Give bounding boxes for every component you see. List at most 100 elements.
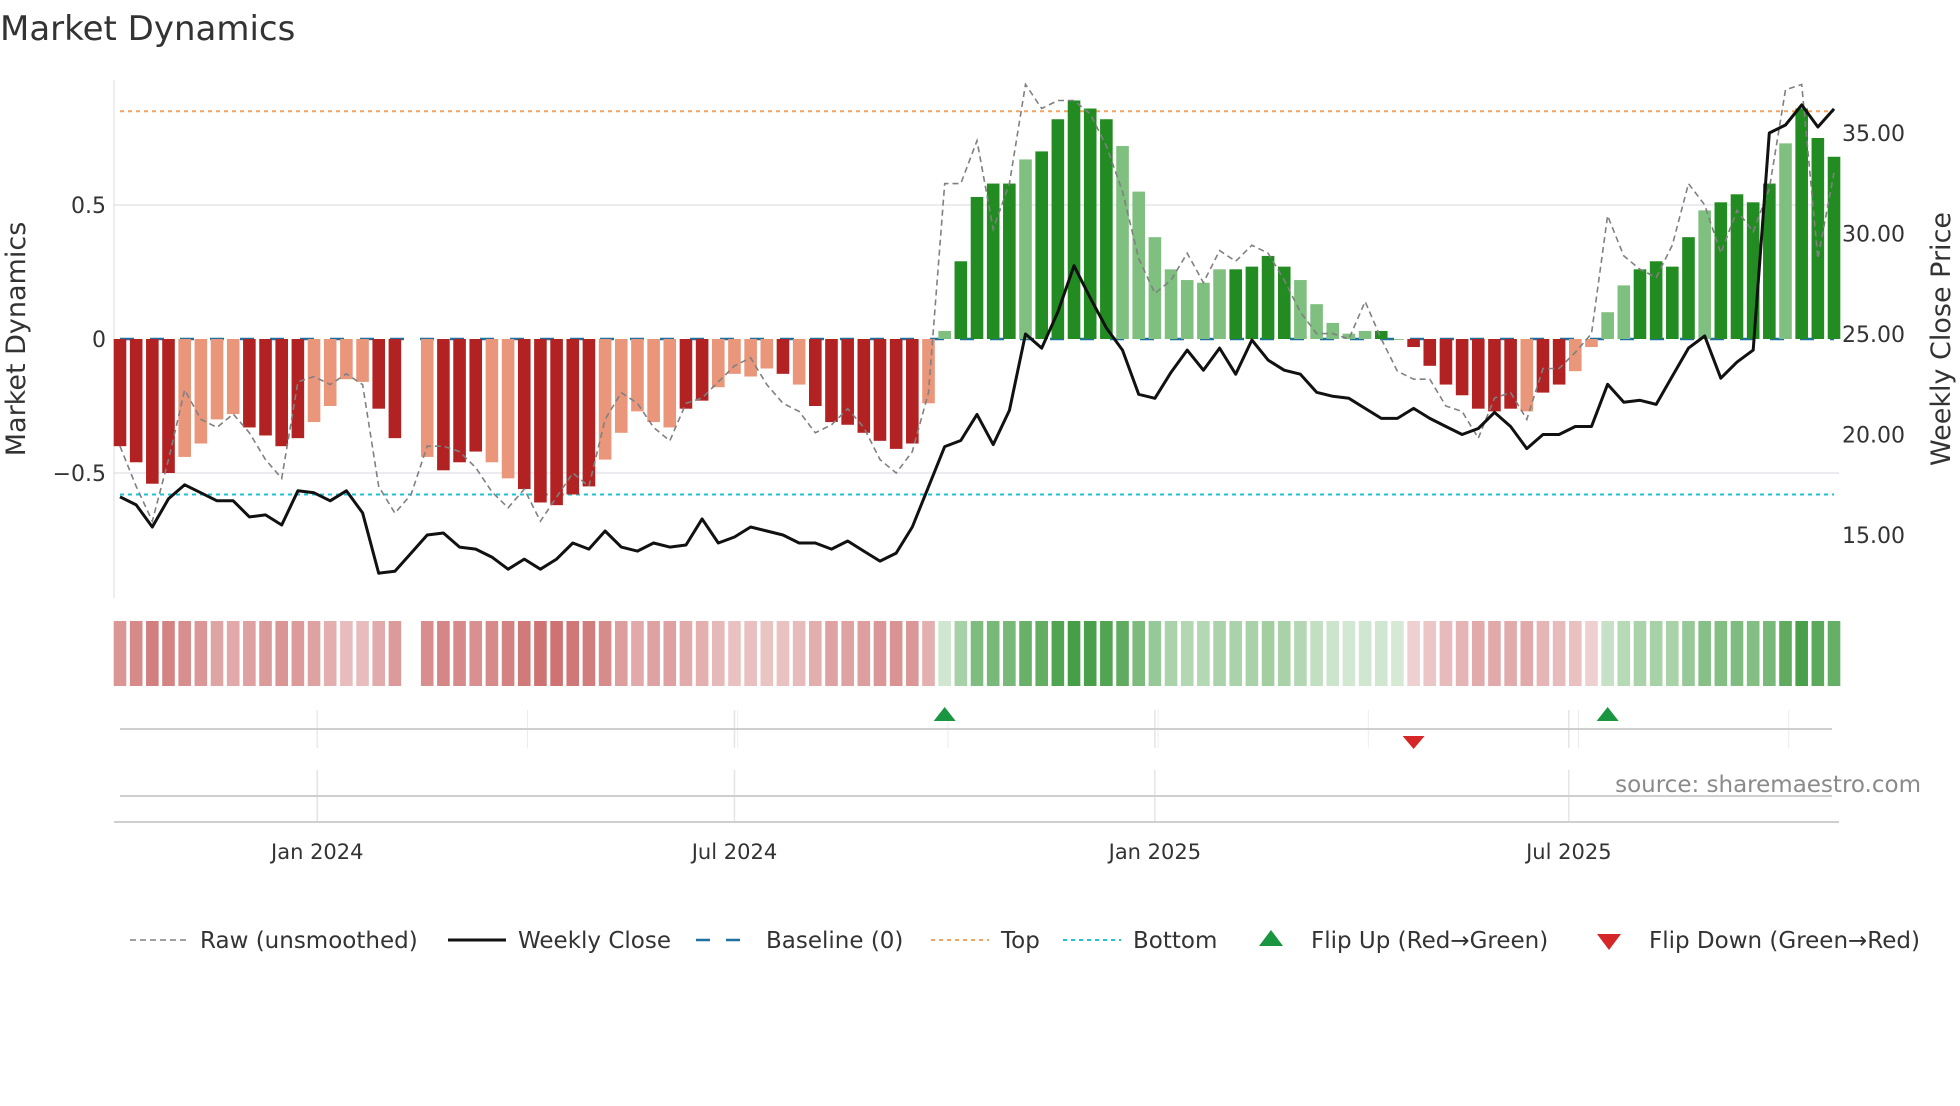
strip-cell (485, 621, 499, 686)
strip-cell (1746, 621, 1760, 686)
strip-cell (129, 621, 143, 686)
dynamics-bar (1488, 339, 1501, 412)
dynamics-bar (1552, 339, 1566, 385)
dynamics-bar (776, 339, 790, 374)
strip-cell (776, 621, 790, 686)
strip-cell (647, 621, 660, 686)
strip-cell (146, 621, 159, 686)
dynamics-bar (1569, 339, 1582, 372)
strip-cell (598, 621, 612, 686)
y2-tick-label: 30.00 (1842, 223, 1905, 248)
strip-cell (986, 621, 1000, 686)
dynamics-bar (1003, 183, 1016, 339)
strip-cell (1520, 621, 1534, 686)
strip-cell (1730, 621, 1744, 686)
source-credit: source: sharemaestro.com (1615, 772, 1921, 798)
strip-cell (1811, 621, 1825, 686)
dynamics-bar (1277, 266, 1291, 339)
x-tick-label: Jul 2025 (1524, 840, 1611, 864)
strip-cell (1148, 621, 1162, 686)
dynamics-bar (1326, 322, 1340, 339)
strip-cell (1067, 621, 1081, 686)
dynamics-bar (582, 339, 596, 487)
dynamics-bar (1019, 159, 1032, 339)
market-dynamics-chart: Market Dynamics 0.5 0 −0.5 35.00 30.00 25.00… (0, 9, 1957, 954)
dynamics-bar (695, 339, 709, 401)
dynamics-bar (1811, 138, 1825, 339)
dynamics-bar (1051, 119, 1065, 340)
x-tick-label: Jul 2024 (690, 840, 777, 864)
dynamics-bar (178, 339, 191, 457)
strip-cell (178, 621, 191, 686)
strip-cell (744, 621, 757, 686)
legend-item-top: Top (931, 928, 1040, 954)
dynamics-bar (1132, 191, 1146, 339)
dynamics-bar (663, 339, 677, 428)
legend-item-flipdown: Flip Down (Green→Red) (1597, 928, 1920, 954)
dynamics-bar (728, 339, 741, 374)
legend-label: Baseline (0) (766, 928, 903, 954)
dynamics-bar (550, 339, 563, 506)
strip-cell (113, 621, 127, 686)
dynamics-bar (437, 339, 450, 471)
strip-cell (340, 621, 353, 686)
strip-cell (728, 621, 741, 686)
dynamics-bar (1148, 237, 1162, 339)
strip-cell (582, 621, 596, 686)
y-tick-label: −0.5 (53, 462, 106, 487)
strip-cell (356, 621, 369, 686)
dynamics-bar (323, 339, 337, 406)
strip-cell (388, 621, 402, 686)
dynamics-bar (1116, 146, 1129, 339)
strip-cell (550, 621, 563, 686)
y-axis-label: Market Dynamics (1, 222, 32, 457)
legend-label: Raw (unsmoothed) (200, 928, 418, 954)
dynamics-bar (1407, 339, 1420, 348)
dynamics-bar (226, 339, 240, 415)
strip-cell (792, 621, 806, 686)
dynamics-bar (501, 339, 515, 479)
strip-cell (1277, 621, 1291, 686)
y2-tick-label: 35.00 (1842, 122, 1905, 147)
strip-cell (954, 621, 968, 686)
dynamics-bar (1827, 156, 1841, 339)
strip-cell (809, 621, 822, 686)
dynamics-bar (1649, 261, 1663, 339)
dynamics-bar (679, 339, 693, 409)
strip-cell (1827, 621, 1841, 686)
dynamics-bar (1714, 202, 1728, 339)
strip-cell (372, 621, 386, 686)
flip-up-icon (1259, 930, 1283, 946)
flip-down-marker (1402, 736, 1425, 749)
dynamics-bar (388, 339, 402, 439)
dynamics-bar (1504, 339, 1517, 409)
dynamics-bar (372, 339, 386, 409)
strip-cell (210, 621, 224, 686)
dynamics-bar (1682, 237, 1695, 339)
dynamics-bar (1439, 339, 1453, 385)
strip-cell (1100, 621, 1113, 686)
dynamics-bar (420, 339, 434, 457)
x-tick-label: Jan 2025 (1107, 840, 1202, 864)
strip-cell (1633, 621, 1647, 686)
strip-cell (1132, 621, 1146, 686)
dynamics-bar (113, 339, 127, 447)
strip-cell (663, 621, 677, 686)
strip-cell (1698, 621, 1711, 686)
strip-cell (534, 621, 547, 686)
strip-cell (226, 621, 240, 686)
strip-cell (1617, 621, 1631, 686)
strip-cell (437, 621, 450, 686)
dynamics-bar (259, 339, 272, 436)
dynamics-bar (1698, 210, 1711, 339)
dynamics-bar (1164, 269, 1178, 339)
strip-cell (1197, 621, 1210, 686)
dynamics-bar (647, 339, 660, 423)
strip-cell (517, 621, 531, 686)
dynamics-bar (1471, 339, 1485, 409)
dynamics-bar (1100, 119, 1113, 340)
strip-cell (1585, 621, 1598, 686)
dynamics-bar (809, 339, 822, 406)
dynamics-bar (1746, 202, 1760, 339)
dynamics-bar (1261, 255, 1275, 339)
